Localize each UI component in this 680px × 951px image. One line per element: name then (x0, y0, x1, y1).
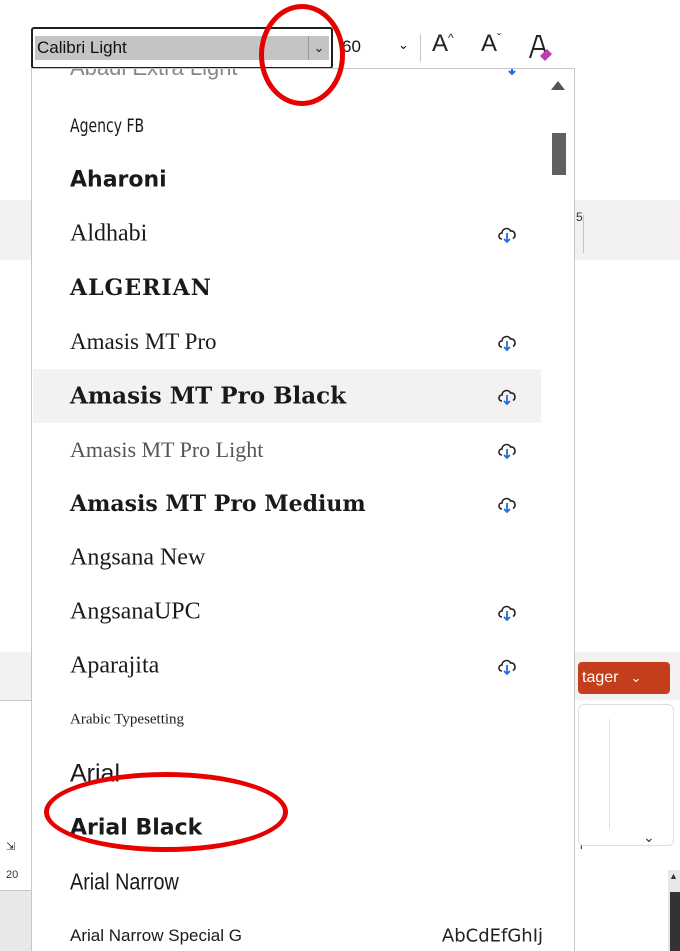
cloud-download-icon (496, 331, 518, 353)
font-list-scrollbar[interactable] (544, 69, 572, 951)
font-option-label: Arial Narrow Special G (70, 926, 242, 945)
font-option[interactable]: ALGERIAN (33, 261, 541, 315)
font-option-label: Aharoni (70, 167, 167, 193)
background-lower-band (0, 652, 31, 700)
ribbon-expand-chevron-icon[interactable]: ⌄ (643, 829, 655, 846)
font-option[interactable]: Arial (33, 747, 541, 801)
cloud-download-icon (496, 223, 518, 245)
font-option-label: Amasis MT Pro Light (70, 437, 264, 462)
font-size-dropdown-chevron-icon[interactable]: ⌄ (398, 37, 409, 53)
background-ribbon-separator (583, 215, 584, 253)
font-option-label: Arabic Typesetting (70, 711, 185, 728)
font-option[interactable]: Arial Narrow Special G AbCdEfGhIj (33, 909, 543, 951)
font-name-dropdown-button[interactable]: ⌄ (308, 36, 329, 60)
cloud-download-icon (496, 493, 518, 515)
cloud-download-icon (508, 69, 516, 75)
background-fragment-digit: 5 (576, 210, 583, 224)
ribbon-group-card: ⌄ (578, 704, 674, 846)
background-fragment-20: 20 (6, 869, 19, 881)
cloud-download-icon (496, 439, 518, 461)
background-ribbon-band (0, 200, 31, 260)
document-scrollbar[interactable]: ▲ (668, 870, 680, 951)
font-option[interactable]: AngsanaUPC (33, 585, 541, 639)
cloud-download-icon (496, 655, 518, 677)
shrink-font-button[interactable]: Aˇ (481, 30, 501, 58)
font-option-label: Arial (70, 759, 121, 788)
font-option-label: Amasis MT Pro Medium (70, 491, 366, 517)
font-option[interactable]: Aldhabi (33, 207, 541, 261)
font-option[interactable]: Agency FB (33, 99, 541, 153)
dialog-launcher-icon[interactable]: ⇲ (6, 840, 15, 853)
font-option-label: Agency FB (70, 115, 145, 137)
caret-up-icon: ^ (448, 31, 454, 45)
font-list-scroll-thumb[interactable] (552, 133, 566, 175)
font-option[interactable]: Arial Black (33, 801, 541, 855)
background-ribbon-band-right (575, 200, 680, 260)
font-name-combobox[interactable]: Calibri Light ⌄ (31, 27, 333, 69)
font-option[interactable]: Amasis MT Pro Light (33, 423, 541, 477)
chevron-down-icon: ⌄ (630, 670, 642, 685)
font-option[interactable]: Amasis MT Pro Black (33, 369, 541, 423)
font-size-value[interactable]: 60 (342, 37, 361, 57)
share-button[interactable]: tager ⌄ (578, 662, 670, 694)
cloud-download-icon (496, 601, 518, 623)
background-divider (0, 700, 31, 701)
clear-formatting-icon[interactable] (527, 32, 555, 64)
shrink-font-glyph: A (481, 30, 498, 57)
font-option-partial[interactable]: Abadi Extra Light (70, 69, 238, 81)
ribbon-separator (609, 719, 610, 829)
scroll-up-arrow-icon[interactable] (551, 81, 565, 90)
toolbar-separator (420, 34, 421, 62)
share-label: tager (582, 669, 619, 686)
font-option-label: Amasis MT Pro (70, 329, 217, 354)
font-option[interactable]: Amasis MT Pro (33, 315, 541, 369)
font-option-label: AngsanaUPC (70, 598, 201, 625)
font-option[interactable]: Amasis MT Pro Medium (33, 477, 541, 531)
scroll-up-arrow-icon[interactable]: ▲ (669, 871, 678, 881)
font-option-label: Aldhabi (70, 220, 148, 247)
font-option[interactable]: Aparajita (33, 639, 541, 693)
font-list-dropdown[interactable]: Abadi Extra Light Agency FB Aharoni Aldhab… (31, 68, 575, 951)
font-option[interactable]: Aharoni (33, 153, 541, 207)
font-option-label: Arial Narrow (70, 868, 179, 895)
font-option[interactable]: Arabic Typesetting (33, 693, 541, 747)
font-size-combobox[interactable]: 60 ⌄ (340, 34, 415, 60)
grow-font-button[interactable]: A^ (432, 30, 454, 58)
font-option[interactable]: Arial Narrow (33, 855, 541, 909)
font-option-label: Amasis MT Pro Black (70, 382, 347, 410)
font-option-label: Angsana New (70, 544, 206, 571)
font-option-label: Aparajita (70, 652, 160, 679)
grow-font-glyph: A (432, 30, 449, 57)
font-name-value[interactable]: Calibri Light (35, 36, 323, 60)
cloud-download-icon (496, 385, 518, 407)
font-option-label: Arial Black (70, 815, 203, 841)
scroll-thumb[interactable] (670, 892, 680, 951)
background-bottom-band (0, 891, 31, 951)
font-preview-sample: AbCdEfGhIj (441, 925, 543, 947)
font-option-label: ALGERIAN (70, 275, 212, 301)
font-option[interactable]: Angsana New (33, 531, 541, 585)
caret-down-icon: ˇ (497, 31, 502, 45)
